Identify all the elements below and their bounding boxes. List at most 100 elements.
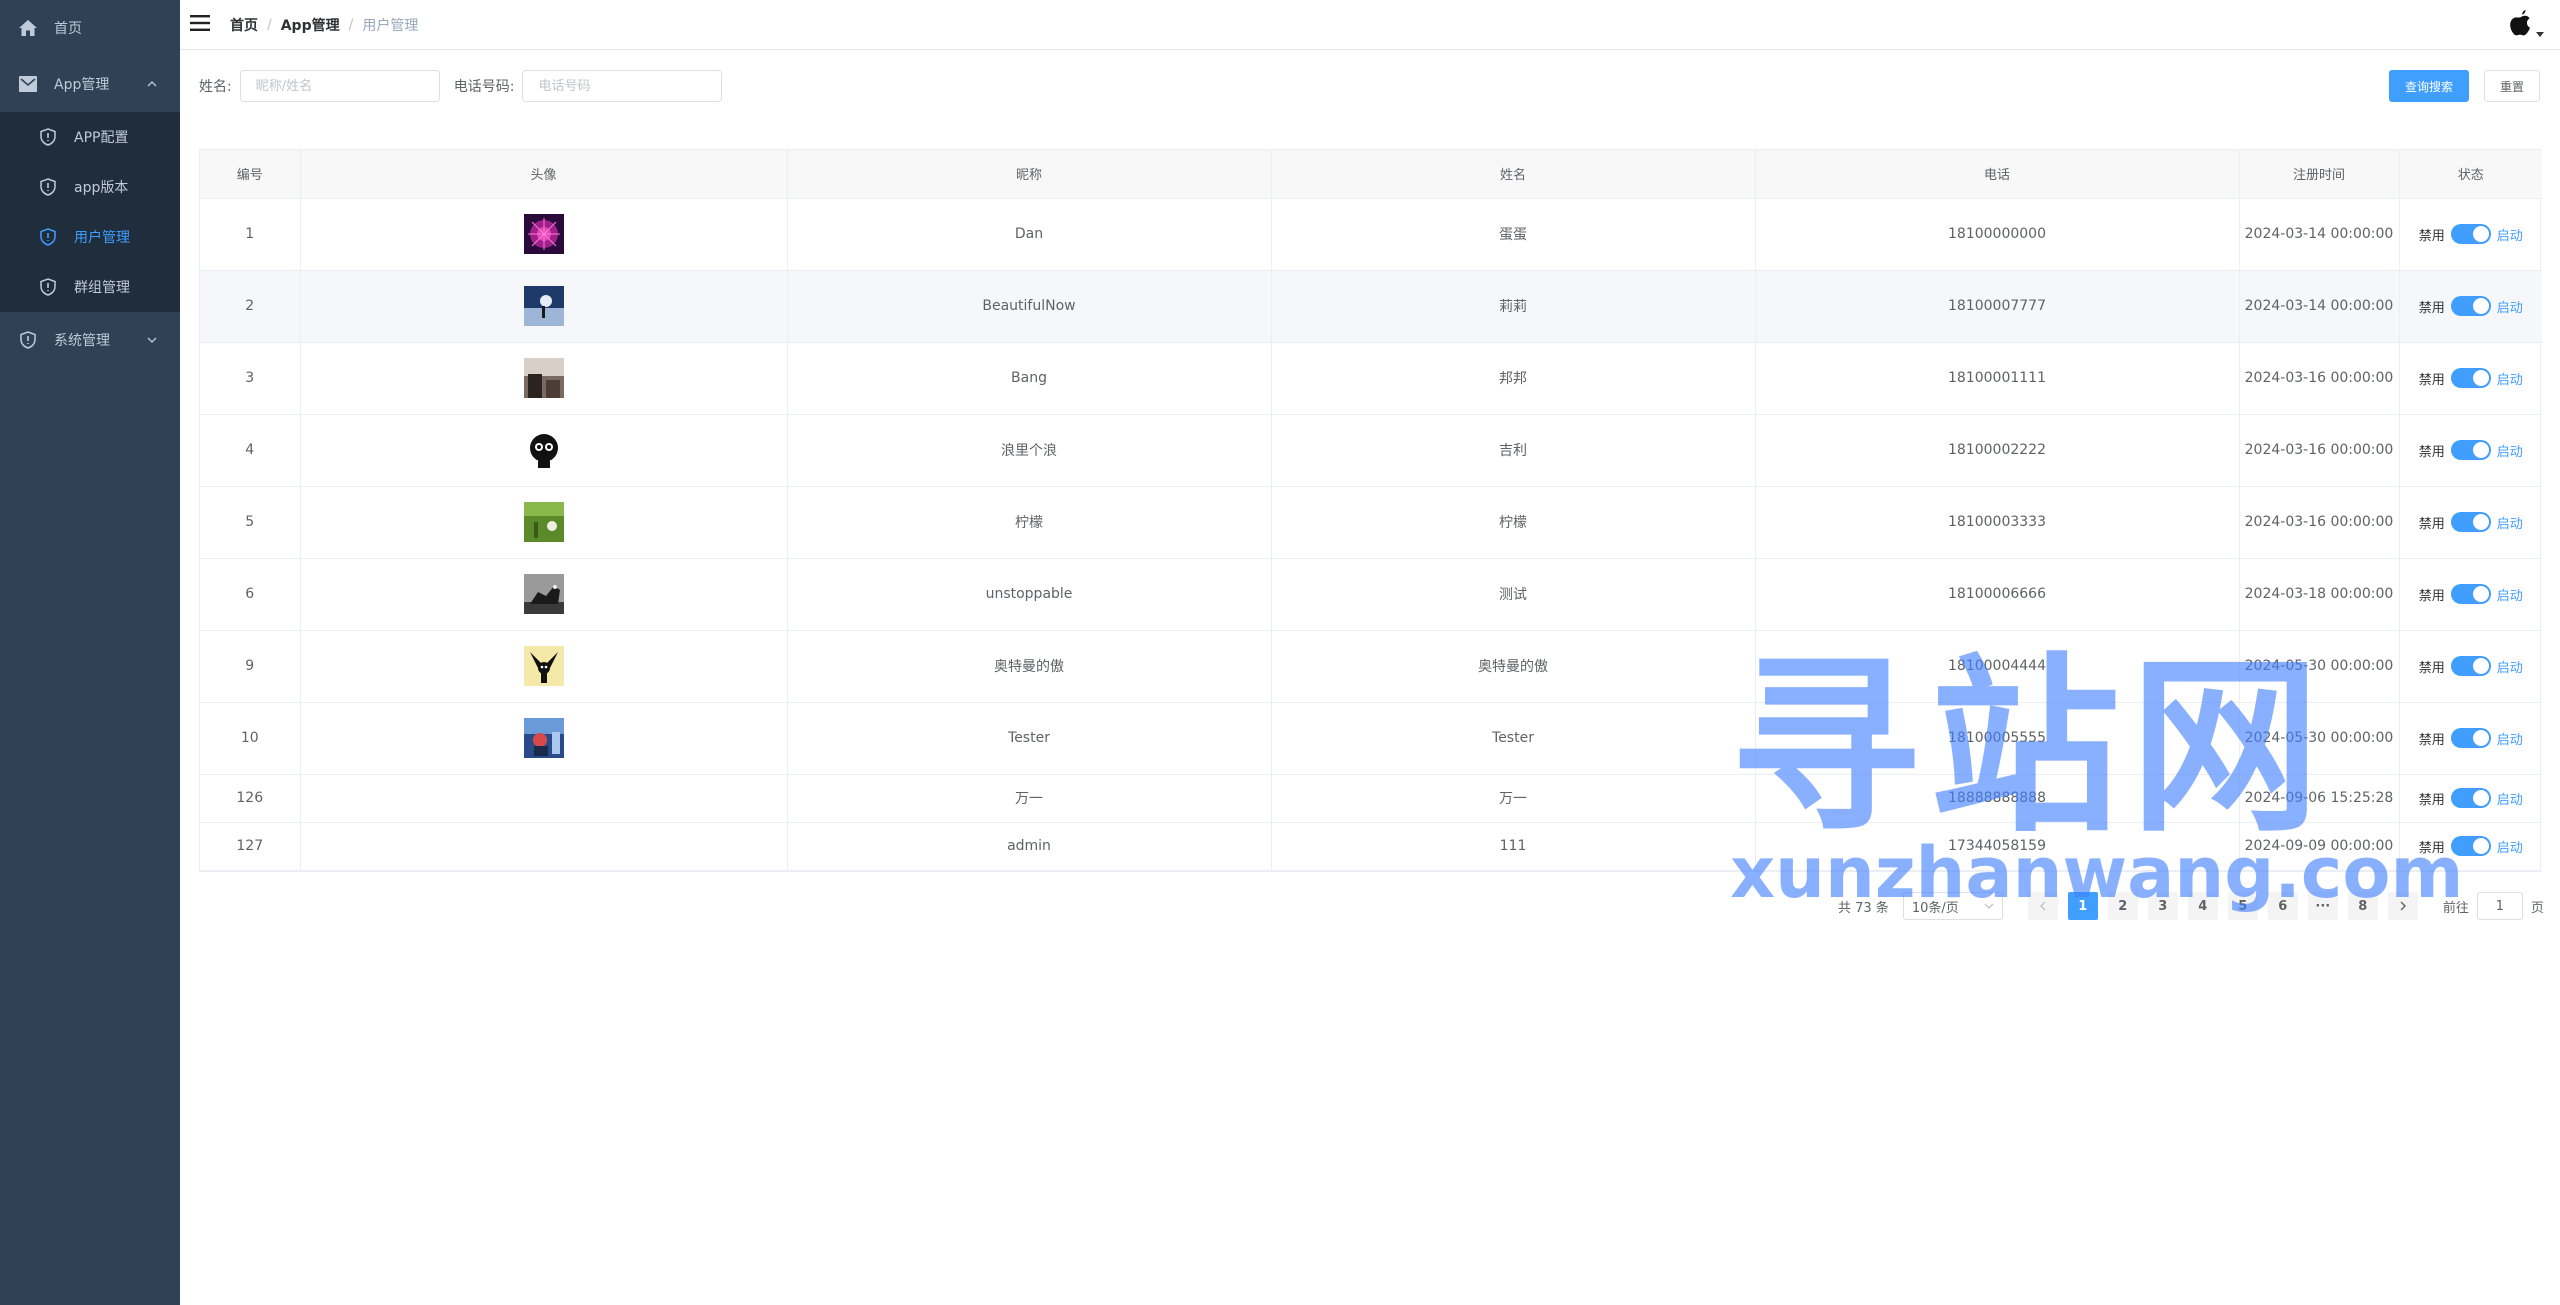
cell-phone: 18100001111 <box>1755 342 2240 415</box>
cell-nickname: Dan <box>787 198 1272 271</box>
status-toggle[interactable] <box>2450 440 2491 460</box>
col-header-name: 姓名 <box>1271 150 1756 199</box>
user-avatar[interactable] <box>2504 6 2538 40</box>
breadcrumb-app-mgmt[interactable]: App管理 <box>281 15 340 35</box>
cell-id: 5 <box>200 486 301 559</box>
cell-status: 禁用 启动 <box>2399 198 2542 271</box>
reset-button[interactable]: 重置 <box>2484 70 2540 102</box>
cell-nickname: 奥特曼的傲 <box>787 630 1272 703</box>
shield-icon <box>38 227 58 247</box>
breadcrumb-current: 用户管理 <box>362 18 419 34</box>
prev-page-button[interactable] <box>2027 892 2058 920</box>
next-page-button[interactable] <box>2387 892 2418 920</box>
cell-phone: 18100007777 <box>1755 270 2240 343</box>
page-ellipsis[interactable]: ··· <box>2307 892 2338 920</box>
cell-reg-time: 2024-09-09 00:00:00 <box>2239 822 2400 871</box>
status-on-label: 启动 <box>2496 516 2523 532</box>
status-off-label: 禁用 <box>2418 732 2445 748</box>
page-button-4[interactable]: 4 <box>2187 892 2218 920</box>
menu-item-app-config[interactable]: APP配置 <box>0 112 180 162</box>
table-row: 6 unstoppable 测试 18100006666 2024-03-18 … <box>200 558 2542 631</box>
menu-item-app-version[interactable]: app版本 <box>0 162 180 212</box>
page-button-6[interactable]: 6 <box>2267 892 2298 920</box>
cell-phone: 18100006666 <box>1755 558 2240 631</box>
cell-avatar <box>300 630 788 703</box>
menu-label-app-config: APP配置 <box>74 130 129 146</box>
breadcrumb-home[interactable]: 首页 <box>230 15 258 35</box>
menu-label-app-version: app版本 <box>74 180 129 196</box>
status-off-label: 禁用 <box>2418 840 2445 856</box>
cell-reg-time: 2024-05-30 00:00:00 <box>2239 702 2400 775</box>
cell-nickname: Tester <box>787 702 1272 775</box>
cell-nickname: admin <box>787 822 1272 871</box>
search-button[interactable]: 查询搜索 <box>2389 70 2469 102</box>
shield-icon <box>18 330 38 350</box>
cell-reg-time: 2024-03-14 00:00:00 <box>2239 198 2400 271</box>
status-on-label: 启动 <box>2496 444 2523 460</box>
apple-icon <box>2510 10 2530 36</box>
caret-down-icon[interactable] <box>2536 30 2544 38</box>
cell-nickname: 万一 <box>787 774 1272 823</box>
status-toggle[interactable] <box>2450 224 2491 244</box>
table-row: 9 奥特曼的傲 奥特曼的傲 18100004444 2024-05-30 00:… <box>200 630 2542 703</box>
menu-item-group-mgmt[interactable]: 群组管理 <box>0 262 180 312</box>
sidebar: 首页 App管理 APP配置 app版本 用户管理 群组管理 系统管理 <box>0 0 180 1305</box>
status-toggle[interactable] <box>2450 368 2491 388</box>
cell-name: 柠檬 <box>1271 486 1756 559</box>
page-button-2[interactable]: 2 <box>2107 892 2138 920</box>
goto-page-input[interactable] <box>2476 892 2523 920</box>
status-on-label: 启动 <box>2496 228 2523 244</box>
cell-id: 1 <box>200 198 301 271</box>
pagination-total: 共 73 条 <box>1838 900 1889 916</box>
avatar-image <box>523 502 564 542</box>
page-size-select[interactable]: 10条/页 <box>1902 892 2003 920</box>
cell-reg-time: 2024-03-16 00:00:00 <box>2239 486 2400 559</box>
cell-nickname: BeautifulNow <box>787 270 1272 343</box>
cell-avatar <box>300 414 788 487</box>
cell-avatar <box>300 270 788 343</box>
cell-status: 禁用 启动 <box>2399 486 2542 559</box>
status-toggle[interactable] <box>2450 296 2491 316</box>
status-toggle[interactable] <box>2450 512 2491 532</box>
menu-item-user-mgmt[interactable]: 用户管理 <box>0 212 180 262</box>
shield-icon <box>38 277 58 297</box>
avatar-image <box>523 646 564 686</box>
cell-phone: 18100003333 <box>1755 486 2240 559</box>
status-off-label: 禁用 <box>2418 372 2445 388</box>
cell-phone: 18100000000 <box>1755 198 2240 271</box>
status-toggle[interactable] <box>2450 584 2491 604</box>
cell-reg-time: 2024-03-18 00:00:00 <box>2239 558 2400 631</box>
menu-item-home[interactable]: 首页 <box>0 0 180 56</box>
page-button-8[interactable]: 8 <box>2347 892 2378 920</box>
avatar-image <box>523 358 564 398</box>
search-form: 姓名: 电话号码: <box>199 70 736 102</box>
status-toggle[interactable] <box>2450 788 2491 808</box>
menu-item-app-mgmt[interactable]: App管理 <box>0 56 180 112</box>
cell-avatar <box>300 774 788 823</box>
cell-phone: 17344058159 <box>1755 822 2240 871</box>
breadcrumb-separator: / <box>348 17 354 33</box>
status-on-label: 启动 <box>2496 660 2523 676</box>
cell-reg-time: 2024-05-30 00:00:00 <box>2239 630 2400 703</box>
page-button-3[interactable]: 3 <box>2147 892 2178 920</box>
cell-phone: 18100005555 <box>1755 702 2240 775</box>
page-button-1[interactable]: 1 <box>2067 892 2098 920</box>
status-toggle[interactable] <box>2450 656 2491 676</box>
cell-phone: 18888888888 <box>1755 774 2240 823</box>
status-toggle[interactable] <box>2450 836 2491 856</box>
cell-id: 4 <box>200 414 301 487</box>
name-input[interactable] <box>239 70 440 102</box>
cell-avatar <box>300 342 788 415</box>
cell-nickname: 柠檬 <box>787 486 1272 559</box>
page-button-5[interactable]: 5 <box>2227 892 2258 920</box>
breadcrumb: 首页 / App管理 / 用户管理 <box>230 15 418 35</box>
phone-input[interactable] <box>522 70 723 102</box>
goto-suffix: 页 <box>2530 900 2544 916</box>
cell-avatar <box>300 198 788 271</box>
hamburger-icon[interactable] <box>190 13 210 33</box>
phone-label: 电话号码: <box>453 79 515 95</box>
cell-name: 蛋蛋 <box>1271 198 1756 271</box>
menu-label-group-mgmt: 群组管理 <box>74 280 130 296</box>
status-toggle[interactable] <box>2450 728 2491 748</box>
menu-item-sys-mgmt[interactable]: 系统管理 <box>0 312 180 368</box>
